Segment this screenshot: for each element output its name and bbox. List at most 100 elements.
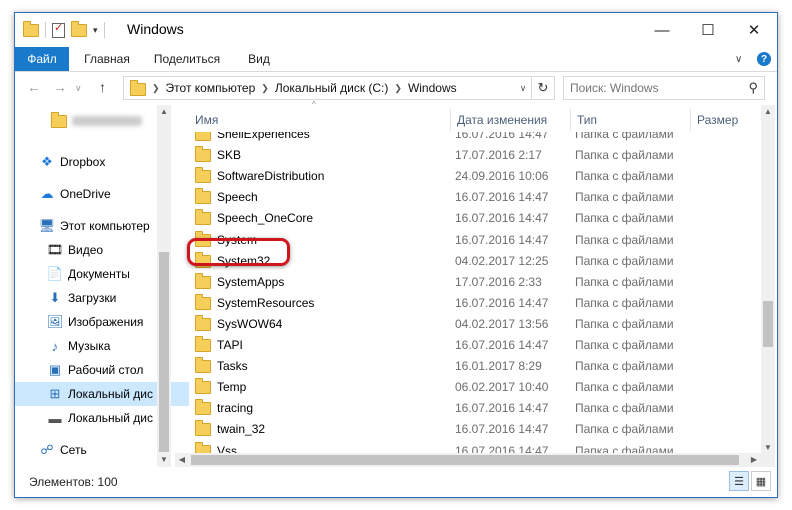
folder-icon <box>195 188 211 205</box>
column-header-size[interactable]: Размер <box>691 109 761 131</box>
scroll-up-icon[interactable]: ▲ <box>157 107 171 116</box>
file-name-label: SKB <box>217 148 242 163</box>
file-name: tracing <box>195 398 253 419</box>
chevron-right-icon[interactable]: ❯ <box>392 83 404 94</box>
tab-share[interactable]: Поделиться <box>147 47 227 71</box>
file-name-label: Tasks <box>217 359 248 374</box>
file-list-scrollbar[interactable]: ▲ ▼ <box>761 105 775 467</box>
music-icon: ♪ <box>51 338 59 354</box>
table-row[interactable]: SystemResources 16.07.2016 14:47 Папка с ф… <box>175 293 761 314</box>
scroll-up-icon[interactable]: ▲ <box>761 107 775 116</box>
file-date: 16.07.2016 14:47 <box>455 232 549 247</box>
table-row[interactable]: tracing 16.07.2016 14:47 Папка с файлами <box>175 398 761 419</box>
file-type: Папка с файлами <box>575 169 674 184</box>
horizontal-scrollbar[interactable]: ◀ ▶ <box>175 453 761 467</box>
horizontal-scroll-thumb[interactable] <box>191 455 739 465</box>
customize-toolbar-icon[interactable]: ▾ <box>93 25 98 36</box>
help-icon[interactable]: ? <box>757 52 771 66</box>
table-row[interactable]: SysWOW64 04.02.2017 13:56 Папка с файлами <box>175 314 761 335</box>
nav-pane-scrollbar[interactable]: ▲ ▼ <box>157 105 171 467</box>
ribbon-expand[interactable]: ∨ <box>735 49 742 69</box>
address-dropdown-icon[interactable]: ∨ <box>515 77 531 99</box>
column-header-type[interactable]: Тип <box>571 109 691 131</box>
properties-icon[interactable] <box>52 21 65 38</box>
file-date: 04.02.2017 13:56 <box>455 316 549 331</box>
column-header-name[interactable]: Имя <box>189 109 451 131</box>
file-date: 24.09.2016 10:06 <box>455 169 549 184</box>
file-type: Папка с файлами <box>575 359 674 374</box>
file-type: Папка с файлами <box>575 422 674 437</box>
breadcrumb-this-pc[interactable]: Этот компьютер <box>162 81 260 95</box>
folder-icon <box>130 80 146 96</box>
back-arrow-icon[interactable]: ← <box>27 79 41 95</box>
table-row[interactable]: Speech_OneCore 16.07.2016 14:47 Папка с фа… <box>175 208 761 229</box>
file-name-label: SystemApps <box>217 274 285 289</box>
file-type: Папка с файлами <box>575 253 674 268</box>
details-view-icon[interactable]: ☰ <box>729 471 749 491</box>
table-row[interactable]: SoftwareDistribution 24.09.2016 10:06 Папк… <box>175 166 761 187</box>
tab-view[interactable]: Вид <box>241 47 277 71</box>
table-row[interactable]: TAPI 16.07.2016 14:47 Папка с файлами <box>175 335 761 356</box>
file-name: twain_32 <box>195 419 265 440</box>
file-date: 17.07.2016 2:17 <box>455 148 542 163</box>
table-row[interactable]: SystemApps 17.07.2016 2:33 Папка с файлами <box>175 272 761 293</box>
file-name-label: SystemResources <box>217 295 315 310</box>
table-row[interactable]: SKB 17.07.2016 2:17 Папка с файлами <box>175 145 761 166</box>
file-name-label: Speech <box>217 190 258 205</box>
file-name-label: tracing <box>217 401 254 416</box>
forward-arrow-icon[interactable]: → <box>53 79 67 95</box>
address-bar[interactable]: ❯ Этот компьютер ❯ Локальный диск (C:) ❯… <box>123 76 555 100</box>
large-icons-view-icon[interactable]: ▦ <box>751 471 771 491</box>
table-row[interactable]: twain_32 16.07.2016 14:47 Папка с файлами <box>175 419 761 440</box>
computer-icon: 🖥 <box>38 218 56 233</box>
folder-icon <box>195 272 211 289</box>
file-name-label: TAPI <box>217 338 243 352</box>
file-type: Папка с файлами <box>575 401 674 416</box>
folder-icon <box>195 399 211 416</box>
navigation-row: ← → ∨ ↑ ❯ Этот компьютер ❯ Локальный дис… <box>15 73 777 103</box>
chevron-down-icon[interactable]: ∨ <box>735 54 742 65</box>
file-name: Speech <box>195 187 258 208</box>
file-name-label: SoftwareDistribution <box>217 169 325 184</box>
search-input[interactable] <box>564 80 742 96</box>
scroll-right-icon[interactable]: ▶ <box>747 455 761 464</box>
file-name: Speech_OneCore <box>195 208 313 229</box>
scroll-down-icon[interactable]: ▼ <box>157 455 171 464</box>
up-arrow-icon[interactable]: ↑ <box>99 79 106 95</box>
file-date: 16.07.2016 14:47 <box>455 401 549 416</box>
recent-locations-icon[interactable]: ∨ <box>75 83 82 94</box>
tab-file[interactable]: Файл <box>15 47 69 71</box>
search-icon[interactable]: ⚲ <box>748 80 758 96</box>
maximize-button[interactable]: ☐ <box>685 13 731 47</box>
table-row[interactable]: Temp 06.02.2017 10:40 Папка с файлами <box>175 377 761 398</box>
table-row[interactable]: Speech 16.07.2016 14:47 Папка с файлами <box>175 187 761 208</box>
file-name-label: twain_32 <box>217 422 266 437</box>
documents-icon: 📄 <box>46 266 64 281</box>
file-date: 16.07.2016 14:47 <box>455 211 549 226</box>
file-date: 16.01.2017 8:29 <box>455 359 542 374</box>
file-type: Папка с файлами <box>575 274 674 289</box>
scroll-down-icon[interactable]: ▼ <box>761 443 775 452</box>
search-box[interactable]: ⚲ <box>563 76 765 100</box>
folder-icon <box>195 378 211 395</box>
chevron-right-icon[interactable]: ❯ <box>150 83 162 94</box>
drive-icon: ▬ <box>48 410 62 426</box>
refresh-icon[interactable]: ↻ <box>531 77 554 99</box>
tab-home[interactable]: Главная <box>77 47 137 71</box>
chevron-right-icon[interactable]: ❯ <box>259 83 271 94</box>
file-name-label: Speech_OneCore <box>217 211 314 226</box>
file-scroll-thumb[interactable] <box>763 301 773 347</box>
breadcrumb-windows[interactable]: Windows <box>404 81 461 95</box>
file-date: 17.07.2016 2:33 <box>455 274 542 289</box>
new-folder-icon[interactable] <box>71 20 87 37</box>
scroll-left-icon[interactable]: ◀ <box>175 455 189 464</box>
file-name: SoftwareDistribution <box>195 166 324 187</box>
close-button[interactable]: ✕ <box>731 13 777 47</box>
minimize-button[interactable]: — <box>639 13 685 47</box>
system32-highlight <box>187 238 290 266</box>
breadcrumb-local-disk[interactable]: Локальный диск (C:) <box>271 81 393 95</box>
nav-scroll-thumb[interactable] <box>159 252 169 452</box>
table-row[interactable]: Tasks 16.01.2017 8:29 Папка с файлами <box>175 356 761 377</box>
file-type: Папка с файлами <box>575 338 674 352</box>
column-header-date[interactable]: Дата изменения <box>451 109 571 131</box>
